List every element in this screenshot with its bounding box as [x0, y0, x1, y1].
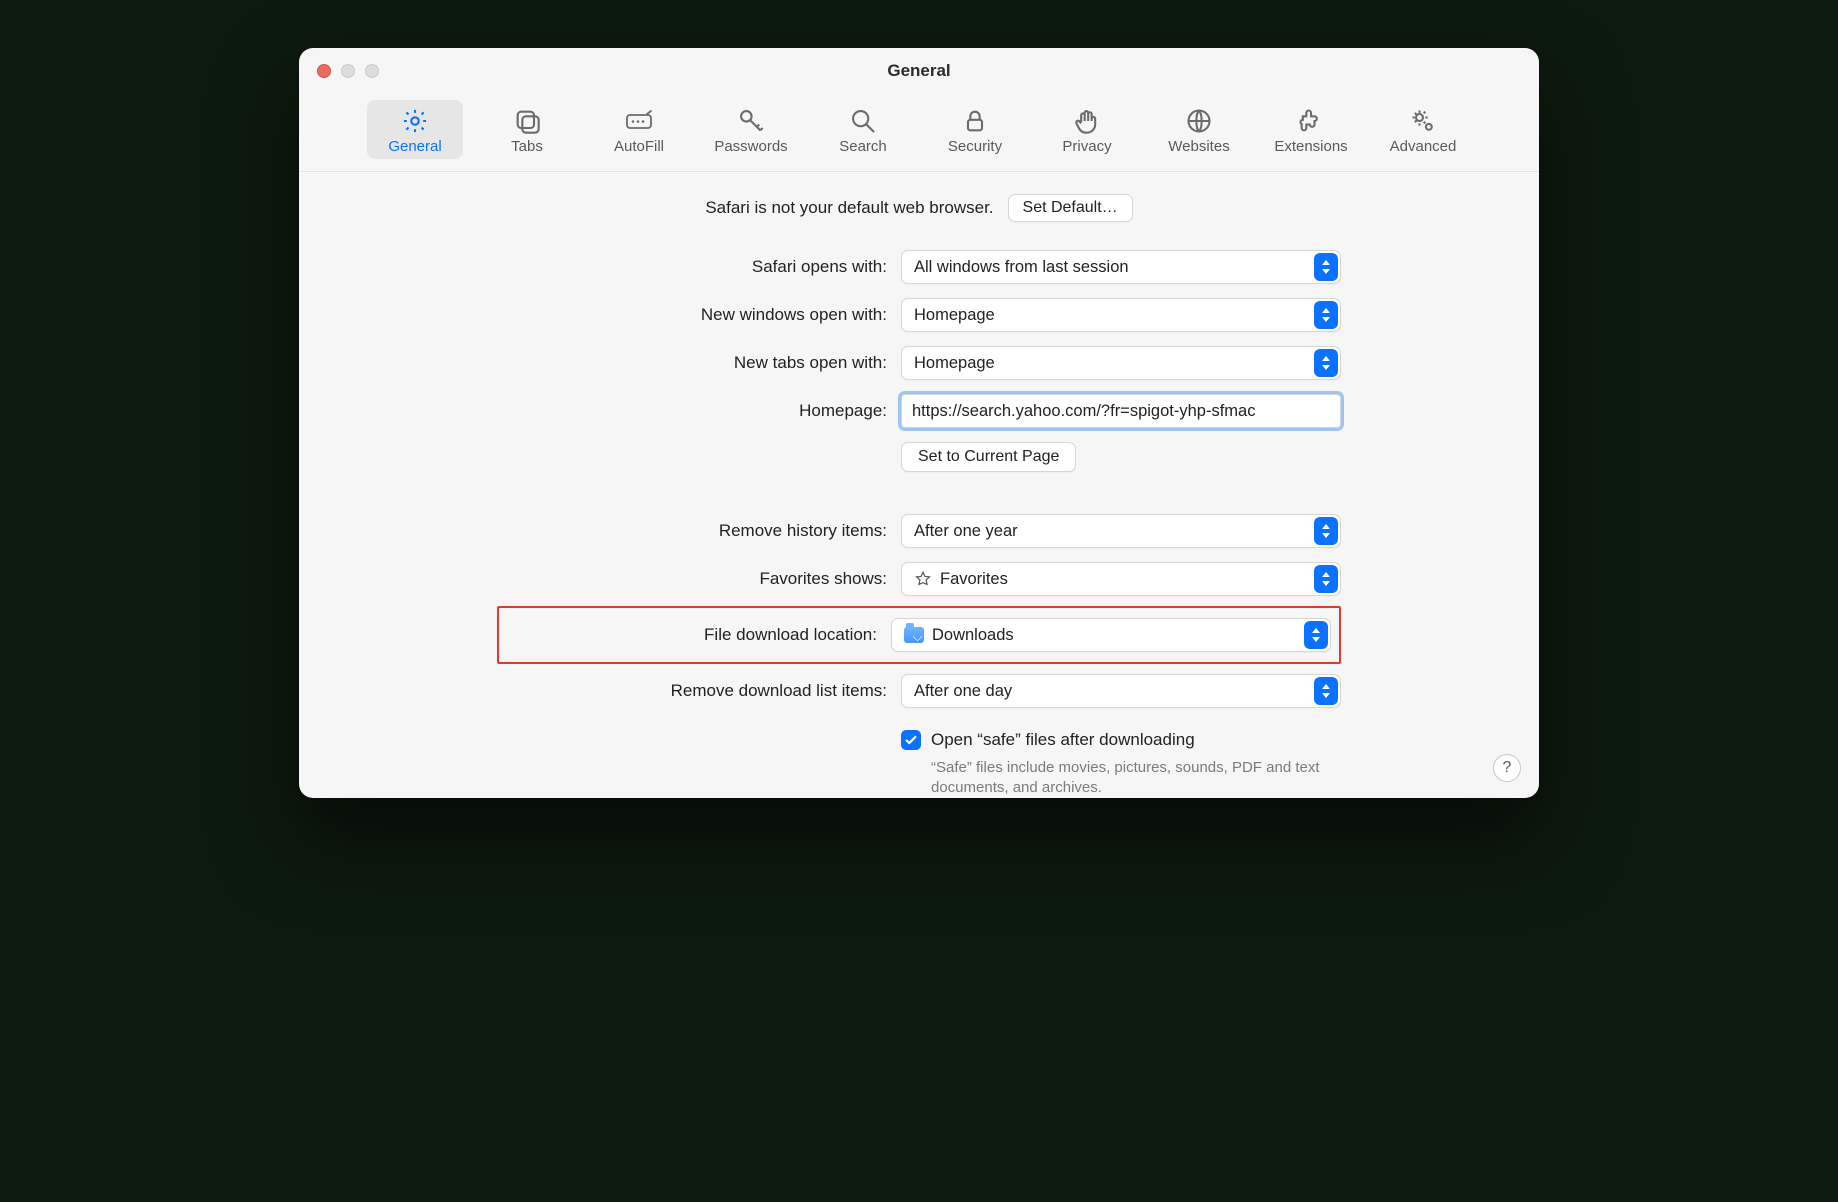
tab-extensions[interactable]: Extensions [1263, 100, 1359, 159]
chevron-updown-icon [1314, 677, 1338, 705]
popup-value: Favorites [940, 570, 1008, 589]
preferences-toolbar: General Tabs AutoFill Passwords [299, 94, 1539, 172]
open-safe-files-checkbox[interactable] [901, 730, 921, 750]
label-opens-with: Safari opens with: [497, 257, 887, 277]
label-new-windows: New windows open with: [497, 305, 887, 325]
label-homepage: Homepage: [497, 401, 887, 421]
preferences-window: General General Tabs AutoFill [299, 48, 1539, 798]
open-safe-files-label: Open “safe” files after downloading [931, 730, 1195, 750]
tab-advanced[interactable]: Advanced [1375, 100, 1471, 159]
set-to-current-page-button[interactable]: Set to Current Page [901, 442, 1076, 472]
autofill-icon [593, 106, 685, 136]
set-default-button[interactable]: Set Default… [1008, 194, 1133, 222]
label-download-location: File download location: [511, 625, 877, 645]
puzzle-icon [1265, 106, 1357, 136]
popup-opens-with[interactable]: All windows from last session [901, 250, 1341, 284]
label-new-tabs: New tabs open with: [497, 353, 887, 373]
popup-new-windows[interactable]: Homepage [901, 298, 1341, 332]
tab-passwords[interactable]: Passwords [703, 100, 799, 159]
titlebar: General [299, 48, 1539, 94]
default-browser-message: Safari is not your default web browser. [705, 198, 993, 218]
general-content: Safari is not your default web browser. … [299, 172, 1539, 798]
safe-files-hint: “Safe” files include movies, pictures, s… [901, 758, 1331, 798]
traffic-lights [317, 64, 379, 78]
popup-value: After one day [914, 682, 1012, 701]
homepage-input[interactable] [901, 394, 1341, 428]
window-title: General [299, 61, 1539, 81]
popup-remove-downloads[interactable]: After one day [901, 674, 1341, 708]
open-safe-files-row: Open “safe” files after downloading [901, 730, 1341, 750]
key-icon [705, 106, 797, 136]
tab-label: Privacy [1041, 138, 1133, 155]
label-favorites: Favorites shows: [497, 569, 887, 589]
maximize-window-button[interactable] [365, 64, 379, 78]
popup-value: All windows from last session [914, 258, 1129, 277]
hand-icon [1041, 106, 1133, 136]
tab-label: Extensions [1265, 138, 1357, 155]
help-button[interactable]: ? [1493, 754, 1521, 782]
close-window-button[interactable] [317, 64, 331, 78]
chevron-updown-icon [1314, 301, 1338, 329]
popup-remove-history[interactable]: After one year [901, 514, 1341, 548]
globe-icon [1153, 106, 1245, 136]
download-location-highlight: File download location: Downloads [497, 606, 1341, 664]
tab-label: Websites [1153, 138, 1245, 155]
lock-icon [929, 106, 1021, 136]
tab-security[interactable]: Security [927, 100, 1023, 159]
tab-privacy[interactable]: Privacy [1039, 100, 1135, 159]
minimize-window-button[interactable] [341, 64, 355, 78]
gear-icon [369, 106, 461, 136]
tab-label: Security [929, 138, 1021, 155]
chevron-updown-icon [1304, 621, 1328, 649]
chevron-updown-icon [1314, 253, 1338, 281]
tab-label: Search [817, 138, 909, 155]
search-icon [817, 106, 909, 136]
label-remove-downloads: Remove download list items: [497, 681, 887, 701]
popup-value: Downloads [932, 626, 1014, 645]
tab-autofill[interactable]: AutoFill [591, 100, 687, 159]
tab-tabs[interactable]: Tabs [479, 100, 575, 159]
tab-label: General [369, 138, 461, 155]
popup-value: After one year [914, 522, 1018, 541]
chevron-updown-icon [1314, 349, 1338, 377]
tabs-icon [481, 106, 573, 136]
popup-favorites[interactable]: Favorites [901, 562, 1341, 596]
label-remove-history: Remove history items: [497, 521, 887, 541]
tab-label: AutoFill [593, 138, 685, 155]
popup-new-tabs[interactable]: Homepage [901, 346, 1341, 380]
default-browser-row: Safari is not your default web browser. … [325, 194, 1513, 222]
popup-value: Homepage [914, 354, 995, 373]
tab-label: Advanced [1377, 138, 1469, 155]
star-icon [914, 570, 932, 588]
popup-value: Homepage [914, 306, 995, 325]
gears-icon [1377, 106, 1469, 136]
tab-general[interactable]: General [367, 100, 463, 159]
chevron-updown-icon [1314, 565, 1338, 593]
tab-search[interactable]: Search [815, 100, 911, 159]
chevron-updown-icon [1314, 517, 1338, 545]
tab-websites[interactable]: Websites [1151, 100, 1247, 159]
popup-download-location[interactable]: Downloads [891, 618, 1331, 652]
tab-label: Tabs [481, 138, 573, 155]
downloads-folder-icon [904, 627, 924, 643]
tab-label: Passwords [705, 138, 797, 155]
